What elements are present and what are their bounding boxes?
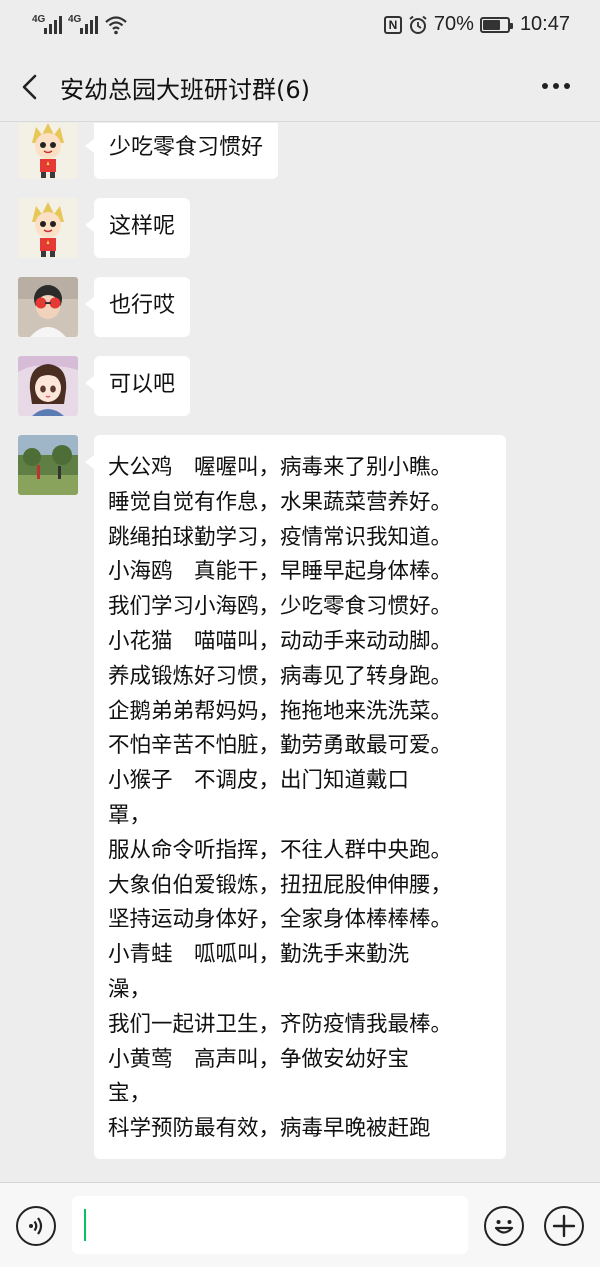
battery-icon <box>479 16 513 33</box>
status-right: N 70% 10:47 <box>383 13 570 36</box>
outdoor-photo-avatar[interactable] <box>18 435 78 495</box>
chat-title: 安幼总园大班研讨群(6) <box>60 76 310 104</box>
poem-line: 企鹅弟弟帮妈妈，拖拖地来洗洗菜。 <box>108 698 453 724</box>
message-bubble[interactable]: 少吃零食习惯好 <box>84 123 279 179</box>
poem-line: 坚持运动身体好，全家身体棒棒棒。 <box>108 907 453 933</box>
message-item: 这样呢 <box>18 198 191 258</box>
poem-line: 大象伯伯爱锻炼，扭扭屁股伸伸腰， <box>108 872 453 898</box>
signal-icon <box>44 16 62 34</box>
chat-header: 安幼总园大班研讨群(6) <box>0 52 600 122</box>
poem-line: 跳绳拍球勤学习，疫情常识我知道。 <box>108 524 453 550</box>
message-item: 少吃零食习惯好 <box>18 123 279 179</box>
more-icon[interactable] <box>542 74 574 98</box>
poem-line: 睡觉自觉有作息，水果蔬菜营养好。 <box>108 489 453 515</box>
poem-line: 不怕辛苦不怕脏，勤劳勇敢最可爱。 <box>108 733 453 759</box>
message-item: 也行哎 <box>18 277 191 337</box>
poem-line: 小花猫 喵喵叫，动动手来动动脚。 <box>108 628 453 654</box>
clock-time: 10:47 <box>519 13 570 35</box>
signal-icon-2 <box>80 16 98 34</box>
poem-line: 小猴子 不调皮，出门知道戴口 <box>108 768 410 794</box>
voice-icon[interactable] <box>16 1206 56 1246</box>
message-bubble[interactable]: 也行哎 <box>84 277 191 337</box>
poem-line: 养成锻炼好习惯，病毒见了转身跑。 <box>108 663 453 689</box>
nfc-icon: N <box>383 15 402 34</box>
wifi-icon <box>105 16 127 35</box>
message-input[interactable] <box>72 1196 468 1254</box>
message-bubble-long[interactable]: 大公鸡 喔喔叫，病毒来了别小瞧。 睡觉自觉有作息，水果蔬菜营养好。 跳绳拍球勤学… <box>85 435 506 1159</box>
message-item: 可以吧 <box>18 356 191 416</box>
message-list[interactable]: 少吃零食习惯好 这样呢 也行哎 可以吧 大公鸡 喔喔叫，病毒来了别小瞧。 睡觉自… <box>0 123 600 1182</box>
alarm-icon <box>409 15 427 34</box>
cartoon-boy-avatar[interactable] <box>18 198 78 258</box>
poem-line: 小青蛙 呱呱叫，勤洗手来勤洗 <box>108 942 410 968</box>
poem-line: 小海鸥 真能干，早睡早起身体棒。 <box>108 559 453 585</box>
cartoon-boy-avatar[interactable] <box>18 123 78 179</box>
input-bar <box>0 1182 600 1267</box>
poem-line: 罩， <box>108 802 152 828</box>
status-bar: 4G 4G N 70% 10:47 <box>0 0 600 52</box>
poem-line: 服从命令听指挥，不往人群中央跑。 <box>108 837 453 863</box>
child-photo-avatar[interactable] <box>18 277 78 337</box>
poem-line: 宝， <box>108 1081 152 1107</box>
battery-percent: 70% <box>433 13 474 35</box>
text-caret <box>84 1209 86 1241</box>
poem-line: 我们学习小海鸥，少吃零食习惯好。 <box>108 594 453 620</box>
poem-line: 小黄莺 高声叫，争做安幼好宝 <box>108 1046 410 1072</box>
emoji-icon[interactable] <box>484 1206 524 1246</box>
poem-line: 科学预防最有效，病毒早晚被赶跑 <box>108 1116 431 1142</box>
plus-icon[interactable] <box>544 1206 584 1246</box>
message-bubble[interactable]: 这样呢 <box>84 198 191 258</box>
message-bubble[interactable]: 可以吧 <box>84 356 191 416</box>
back-arrow-icon[interactable] <box>16 72 46 102</box>
poem-line: 澡， <box>108 976 152 1002</box>
poem-line: 我们一起讲卫生，齐防疫情我最棒。 <box>108 1011 453 1037</box>
poem-line: 大公鸡 喔喔叫，病毒来了别小瞧。 <box>108 455 453 480</box>
anime-girl-avatar[interactable] <box>18 356 78 416</box>
message-item: 大公鸡 喔喔叫，病毒来了别小瞧。 睡觉自觉有作息，水果蔬菜营养好。 跳绳拍球勤学… <box>18 435 506 1159</box>
